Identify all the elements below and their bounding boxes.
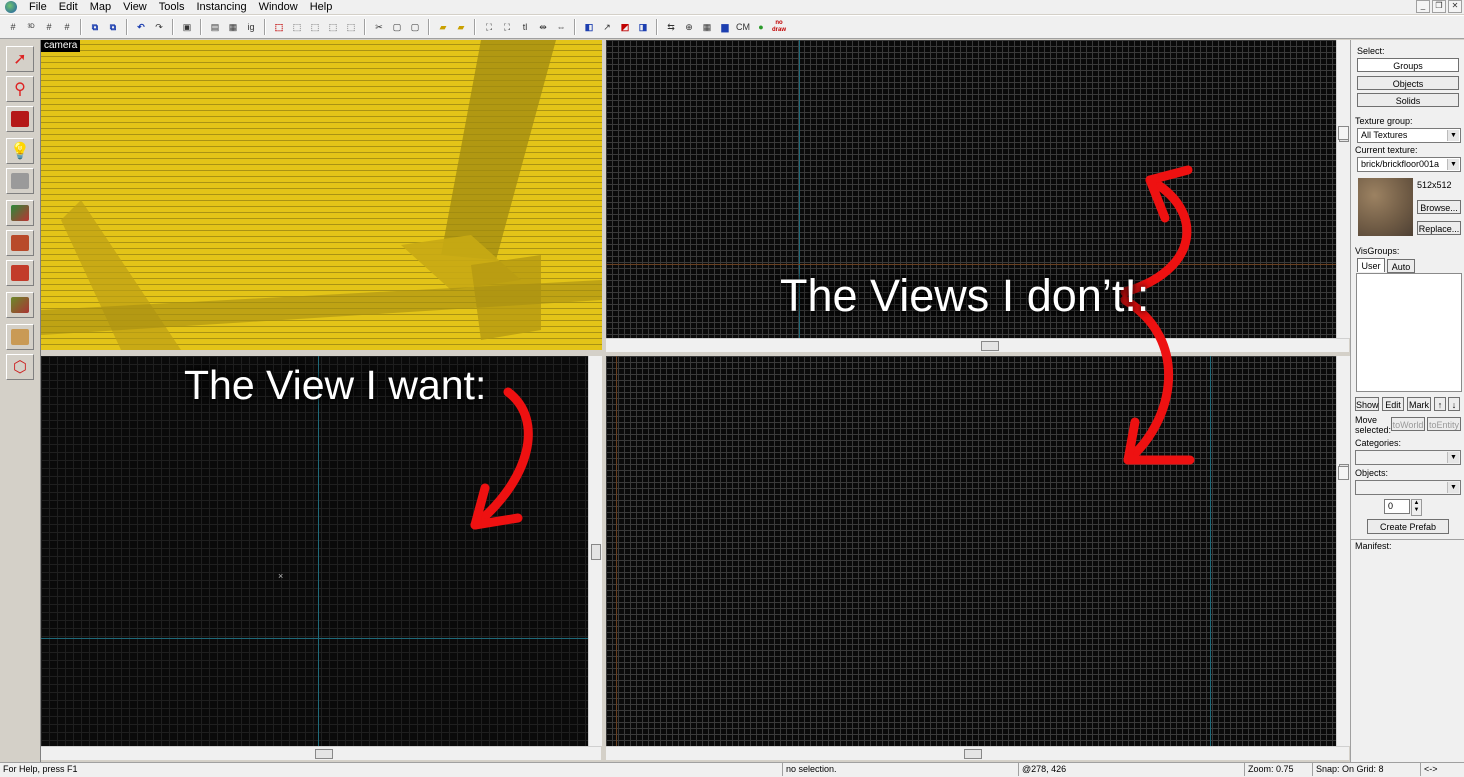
edit-button[interactable]: Edit bbox=[1382, 397, 1404, 411]
chevron-down-icon: ▼ bbox=[1447, 159, 1459, 170]
status-arrows: <-> bbox=[1420, 763, 1464, 776]
panel-splitter-handle[interactable] bbox=[1338, 126, 1349, 140]
browse-button[interactable]: Browse... bbox=[1417, 200, 1461, 214]
categories-label: Categories: bbox=[1355, 438, 1402, 448]
categories-select[interactable]: ▼ bbox=[1355, 450, 1461, 465]
to-entity-button[interactable]: toEntity bbox=[1427, 417, 1461, 431]
texture-preview[interactable] bbox=[1358, 178, 1413, 236]
status-snap: Snap: On Grid: 8 bbox=[1312, 763, 1420, 776]
caption-view-i-want: The View I want: bbox=[184, 362, 487, 408]
status-help: For Help, press F1 bbox=[3, 764, 78, 774]
objects-select[interactable]: ▼ bbox=[1355, 480, 1461, 495]
groups-button[interactable]: Groups bbox=[1357, 58, 1459, 72]
tab-auto[interactable]: Auto bbox=[1387, 259, 1415, 273]
manifest-label: Manifest: bbox=[1355, 541, 1392, 551]
divider bbox=[1351, 539, 1464, 540]
replace-button[interactable]: Replace... bbox=[1417, 221, 1461, 235]
count-value: 0 bbox=[1388, 501, 1394, 511]
create-prefab-button[interactable]: Create Prefab bbox=[1367, 519, 1449, 534]
current-texture-value: brick/brickfloor001a bbox=[1361, 159, 1440, 169]
right-panel: Select: Groups Objects Solids Texture gr… bbox=[1350, 40, 1464, 762]
texture-group-label: Texture group: bbox=[1355, 116, 1413, 126]
count-spinner[interactable]: ▲ ▼ bbox=[1411, 499, 1422, 516]
chevron-down-icon: ▼ bbox=[1447, 452, 1459, 463]
objects-label: Objects: bbox=[1355, 468, 1389, 478]
show-button[interactable]: Show bbox=[1355, 397, 1379, 411]
status-selection: no selection. bbox=[782, 763, 1018, 776]
caption-views-i-dont: The Views I don’t!: bbox=[780, 270, 1150, 321]
move-selected-label: Move selected: bbox=[1355, 415, 1392, 435]
move-up-arrow-button[interactable]: ↑ bbox=[1434, 397, 1446, 411]
move-down-arrow-button[interactable]: ↓ bbox=[1448, 397, 1460, 411]
visgroups-list[interactable] bbox=[1356, 273, 1462, 392]
status-zoom: Zoom: 0.75 bbox=[1244, 763, 1312, 776]
texture-group-value: All Textures bbox=[1361, 130, 1408, 140]
visgroups-label: VisGroups: bbox=[1355, 246, 1400, 256]
objects-button[interactable]: Objects bbox=[1357, 76, 1459, 90]
panel-splitter-handle[interactable] bbox=[1338, 466, 1349, 480]
chevron-down-icon: ▼ bbox=[1447, 130, 1459, 141]
tab-user[interactable]: User bbox=[1357, 258, 1385, 272]
status-coordinates: @278, 426 bbox=[1018, 763, 1244, 776]
texture-group-select[interactable]: All Textures ▼ bbox=[1357, 128, 1461, 143]
chevron-down-icon: ▼ bbox=[1447, 482, 1459, 493]
to-world-button[interactable]: toWorld bbox=[1391, 417, 1425, 431]
mark-button[interactable]: Mark bbox=[1407, 397, 1431, 411]
count-field[interactable]: 0 bbox=[1384, 499, 1410, 514]
current-texture-label: Current texture: bbox=[1355, 145, 1418, 155]
current-texture-select[interactable]: brick/brickfloor001a ▼ bbox=[1357, 157, 1461, 172]
select-label: Select: bbox=[1357, 46, 1385, 56]
solids-button[interactable]: Solids bbox=[1357, 93, 1459, 107]
texture-size: 512x512 bbox=[1417, 180, 1452, 190]
status-bar: For Help, press F1 no selection. @278, 4… bbox=[0, 762, 1464, 777]
